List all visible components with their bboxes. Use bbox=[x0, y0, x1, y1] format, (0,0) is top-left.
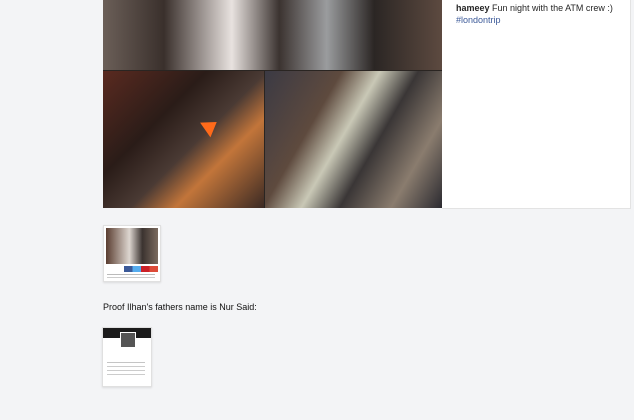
instagram-caption-panel: hameey Fun night with the ATM crew :) #l… bbox=[442, 0, 631, 209]
avatar bbox=[120, 332, 136, 348]
profile-thumbnail[interactable] bbox=[102, 327, 152, 387]
group-photo-collage bbox=[103, 0, 442, 208]
street-photo bbox=[265, 71, 442, 208]
post-caption: hameey Fun night with the ATM crew :) #l… bbox=[456, 2, 626, 26]
instagram-post-thumbnail[interactable] bbox=[103, 225, 161, 282]
group-photo-top bbox=[103, 0, 442, 70]
profile-text-lines bbox=[107, 362, 145, 363]
share-icons-bar bbox=[124, 266, 158, 272]
post-caption-text: Fun night with the ATM crew :) bbox=[489, 3, 613, 13]
post-username[interactable]: hameey bbox=[456, 3, 490, 13]
proof-caption: Proof Ilhan's fathers name is Nur Said: bbox=[103, 302, 257, 312]
selfie-photo bbox=[103, 71, 264, 208]
thumbnail-text-lines bbox=[107, 274, 155, 275]
thumbnail-photo bbox=[106, 228, 158, 264]
post-hashtag[interactable]: #londontrip bbox=[456, 14, 626, 26]
